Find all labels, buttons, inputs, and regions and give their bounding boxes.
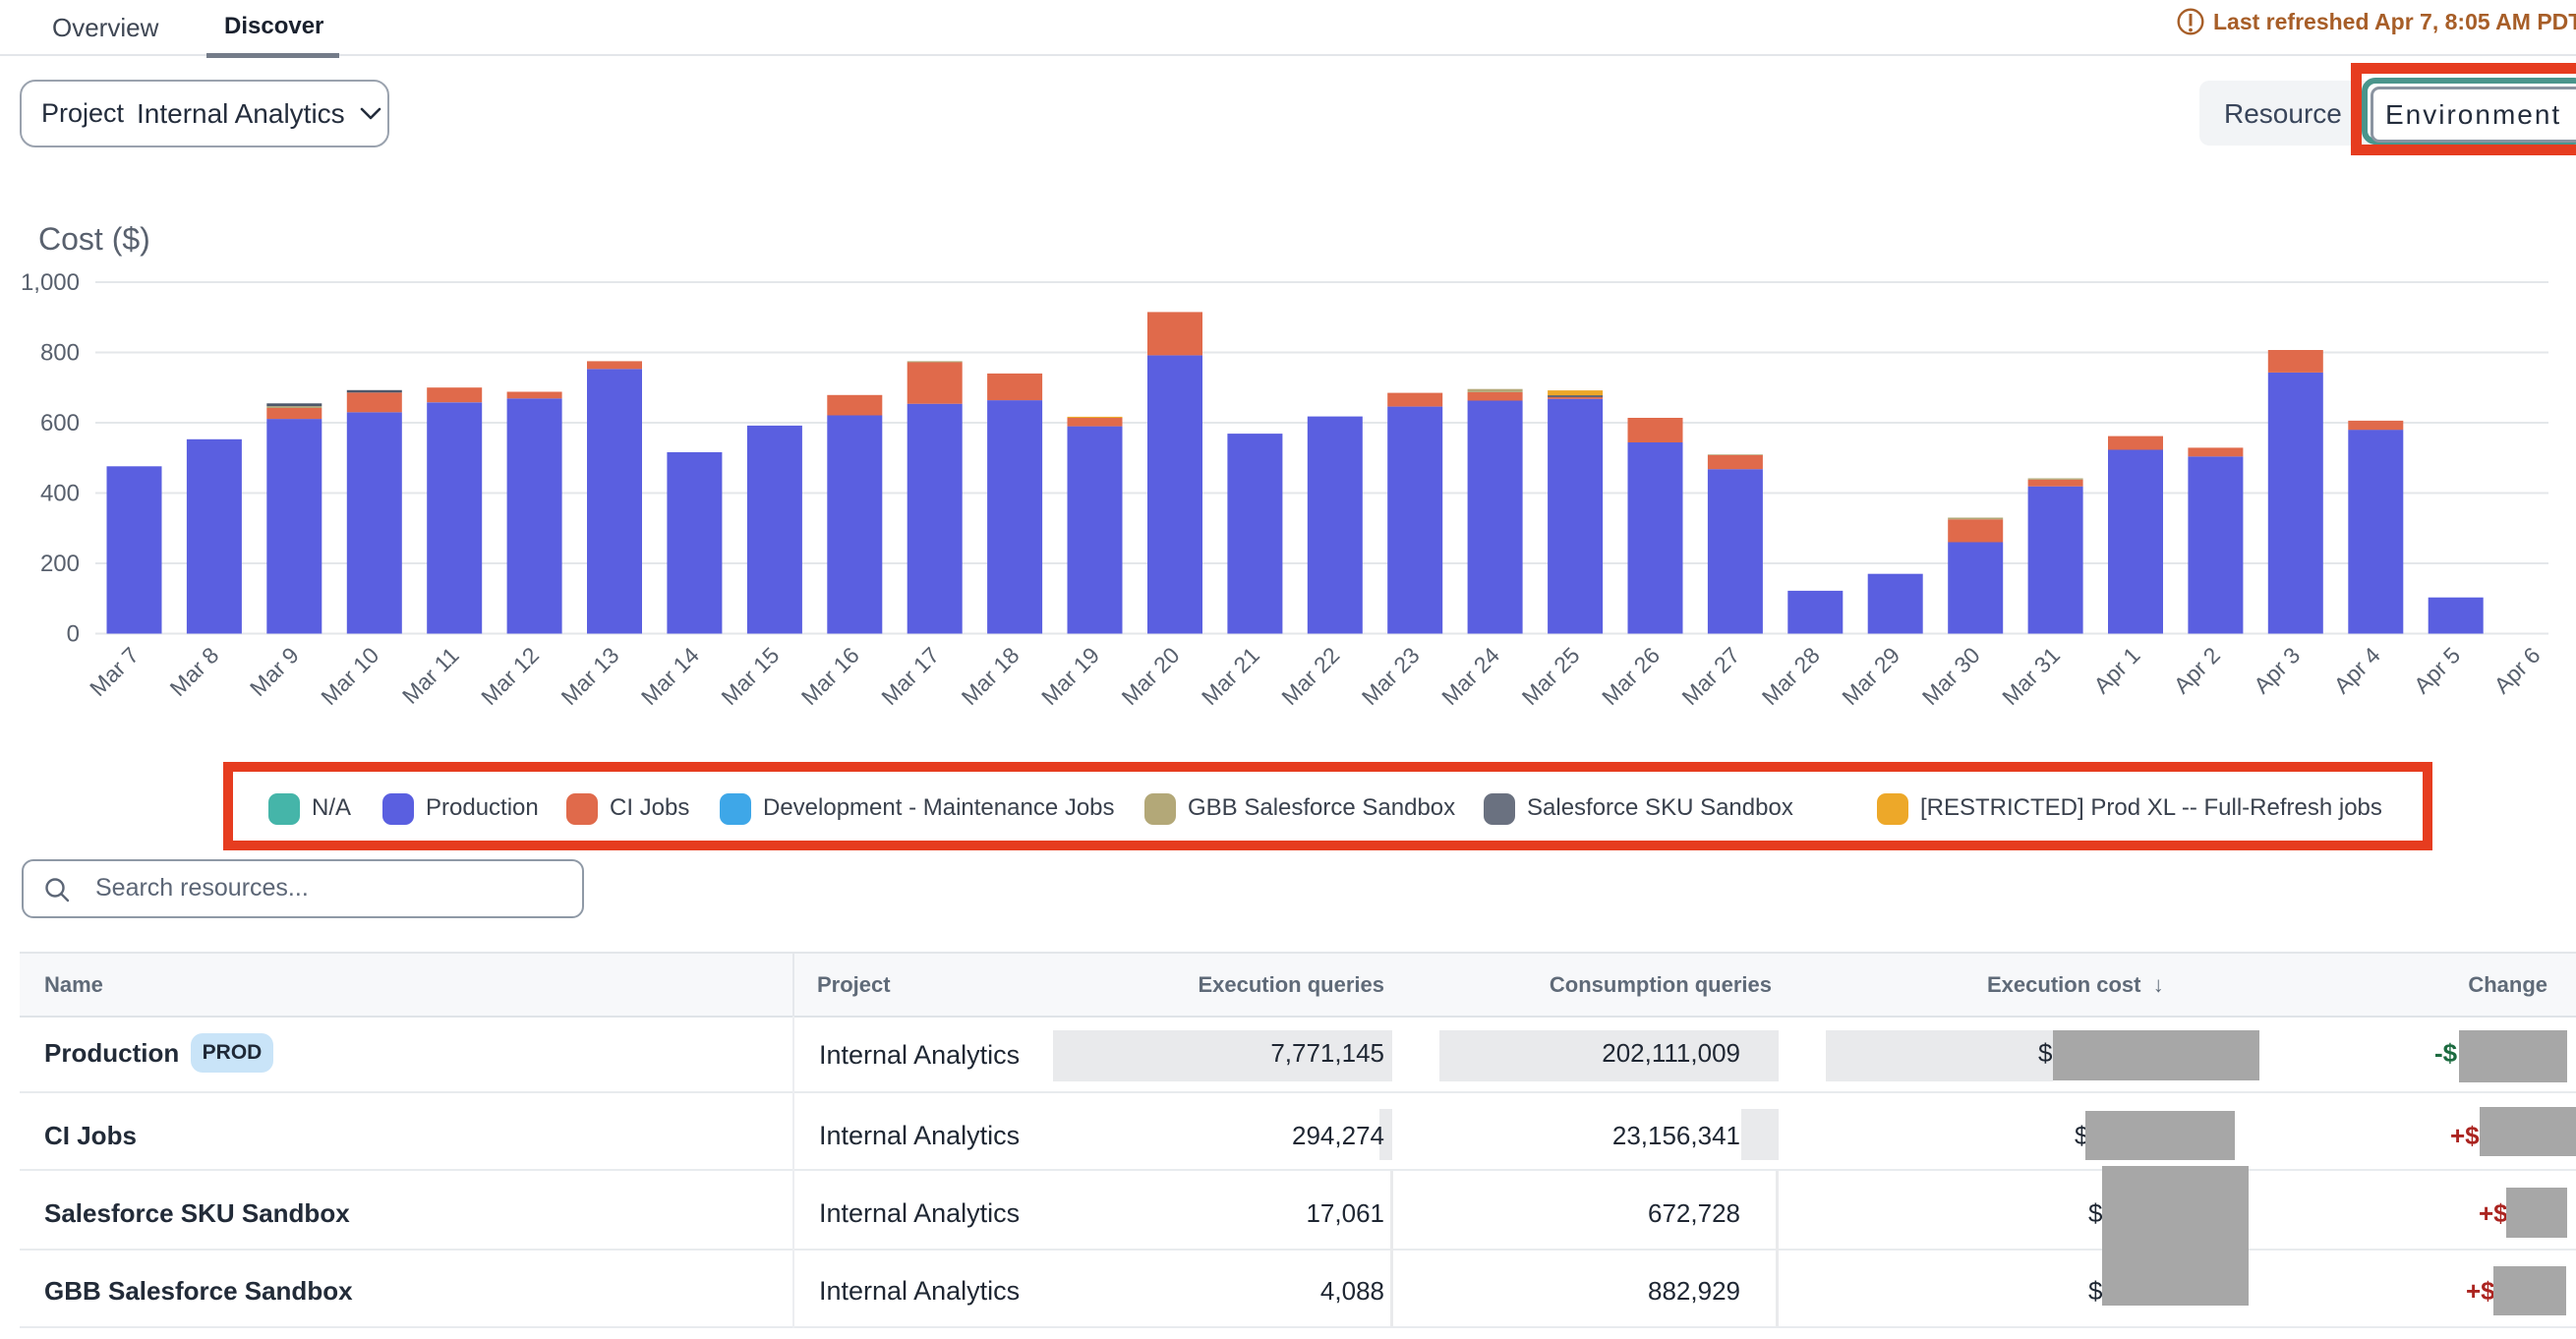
svg-text:Mar 28: Mar 28 bbox=[1757, 642, 1825, 710]
svg-text:Apr 1: Apr 1 bbox=[2088, 642, 2144, 698]
svg-text:Mar 19: Mar 19 bbox=[1036, 642, 1104, 710]
svg-text:Mar 31: Mar 31 bbox=[1997, 642, 2065, 710]
svg-text:Mar 12: Mar 12 bbox=[476, 642, 544, 710]
svg-text:Mar 7: Mar 7 bbox=[85, 642, 144, 701]
svg-text:Apr 3: Apr 3 bbox=[2249, 642, 2305, 698]
svg-text:Apr 5: Apr 5 bbox=[2409, 642, 2465, 698]
svg-text:Mar 17: Mar 17 bbox=[876, 642, 944, 710]
svg-text:Mar 18: Mar 18 bbox=[957, 642, 1025, 710]
svg-text:Mar 22: Mar 22 bbox=[1276, 642, 1344, 710]
svg-text:800: 800 bbox=[40, 340, 80, 367]
svg-text:Mar 13: Mar 13 bbox=[556, 642, 624, 710]
svg-text:Mar 23: Mar 23 bbox=[1357, 642, 1425, 710]
svg-text:Mar 21: Mar 21 bbox=[1197, 642, 1264, 710]
svg-text:Apr 2: Apr 2 bbox=[2169, 642, 2225, 698]
svg-text:Apr 6: Apr 6 bbox=[2488, 642, 2545, 698]
svg-text:Mar 16: Mar 16 bbox=[796, 642, 864, 710]
svg-text:Mar 20: Mar 20 bbox=[1117, 642, 1185, 710]
svg-text:Mar 15: Mar 15 bbox=[716, 642, 784, 710]
svg-text:200: 200 bbox=[40, 551, 80, 577]
svg-text:Mar 27: Mar 27 bbox=[1676, 642, 1744, 710]
svg-text:Mar 14: Mar 14 bbox=[636, 642, 704, 710]
svg-text:Mar 9: Mar 9 bbox=[245, 642, 304, 701]
svg-text:400: 400 bbox=[40, 481, 80, 507]
svg-text:600: 600 bbox=[40, 410, 80, 437]
svg-text:Mar 8: Mar 8 bbox=[164, 642, 223, 701]
svg-text:Apr 4: Apr 4 bbox=[2329, 642, 2385, 698]
svg-text:Mar 24: Mar 24 bbox=[1436, 642, 1504, 710]
svg-text:Mar 26: Mar 26 bbox=[1597, 642, 1665, 710]
svg-text:Mar 25: Mar 25 bbox=[1517, 642, 1585, 710]
svg-text:0: 0 bbox=[67, 621, 80, 648]
svg-text:Mar 30: Mar 30 bbox=[1917, 642, 1985, 710]
svg-text:Mar 29: Mar 29 bbox=[1837, 642, 1904, 710]
svg-text:Mar 11: Mar 11 bbox=[397, 642, 464, 709]
svg-text:Mar 10: Mar 10 bbox=[316, 642, 383, 710]
svg-text:1,000: 1,000 bbox=[21, 269, 80, 296]
